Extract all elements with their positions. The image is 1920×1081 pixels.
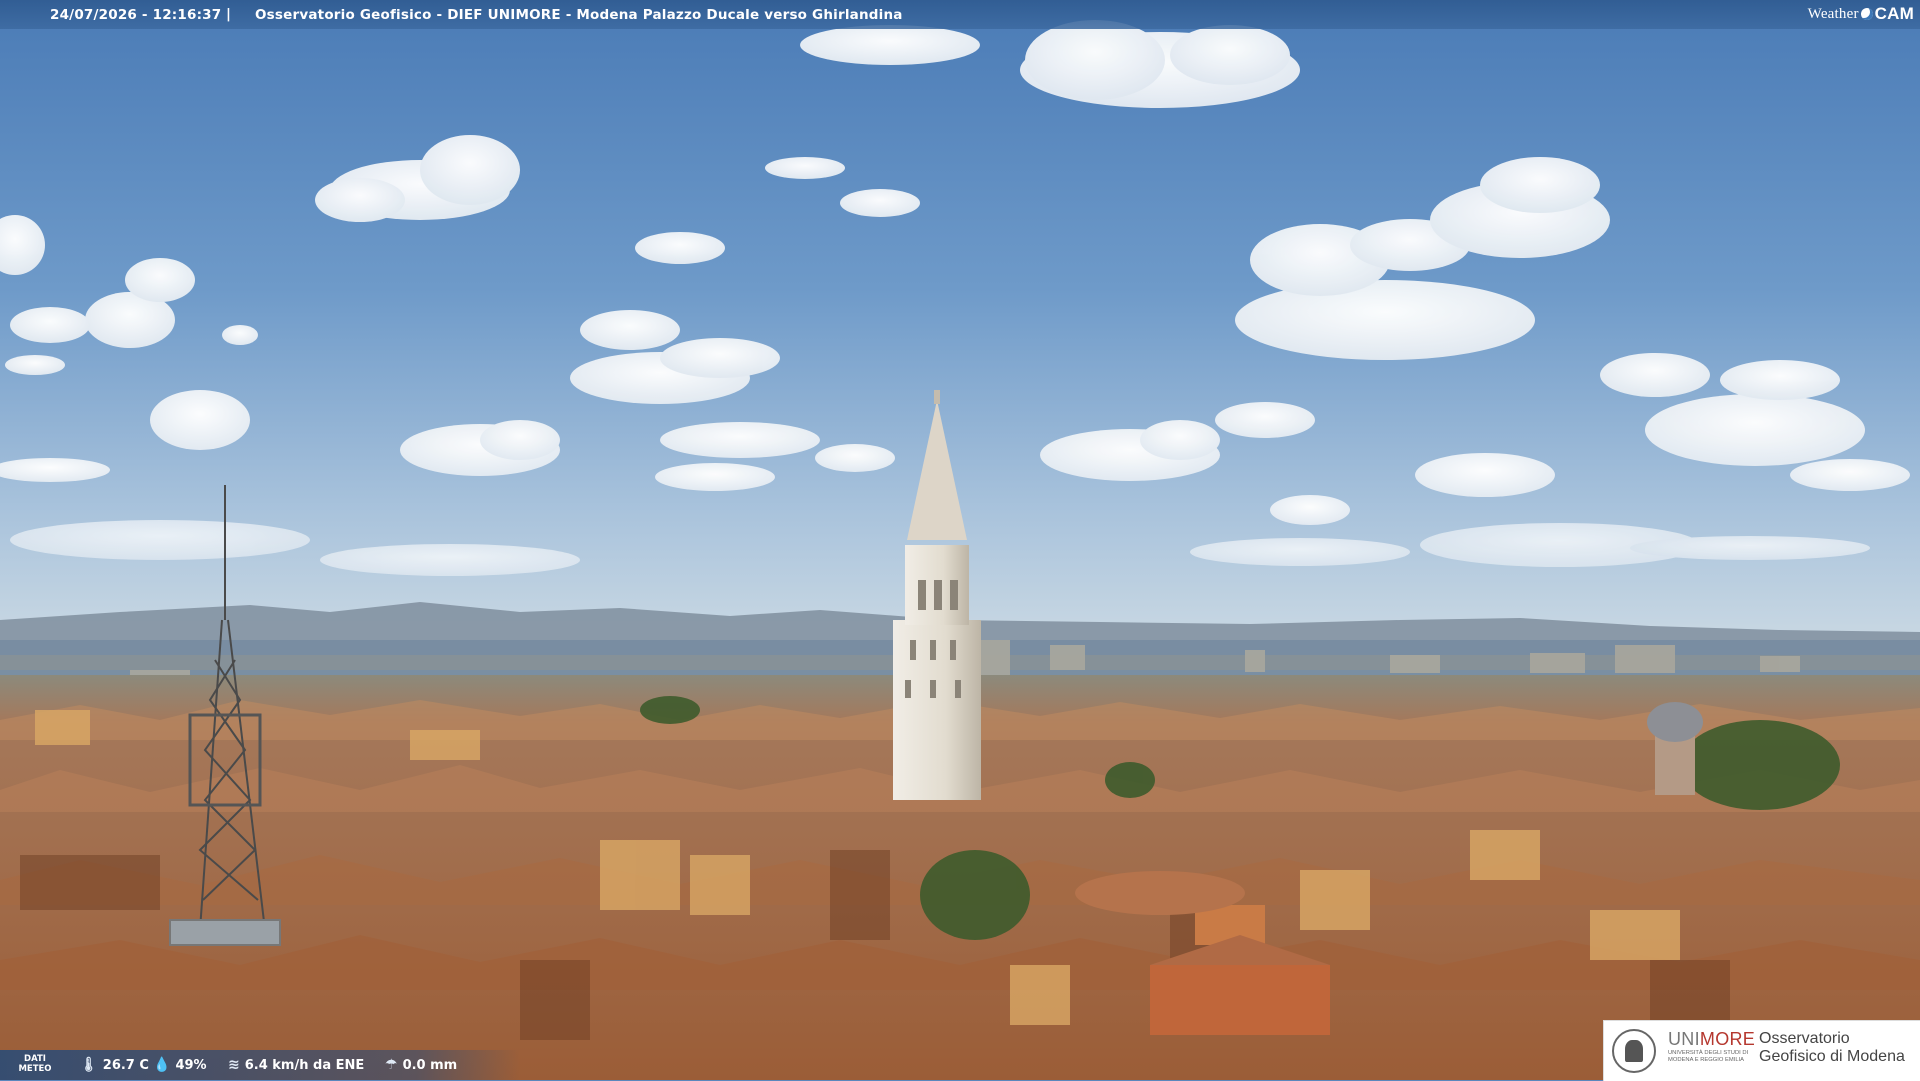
wind-value: 6.4 km/h da ENE (244, 1057, 365, 1073)
caption-separator: | (226, 6, 232, 22)
humidity-icon: 💧 (153, 1057, 171, 1073)
unimore-grey: UNI (1668, 1029, 1700, 1049)
humidity-value: 49% (175, 1057, 207, 1073)
unimore-logo: UNIMORE UNIVERSITÀ DEGLI STUDI DI MODENA… (1603, 1020, 1920, 1081)
unimore-red: MORE (1699, 1029, 1756, 1049)
wind-readout: ≋ 6.4 km/h da ENE (228, 1057, 364, 1073)
rain-readout: ☂ 0.0 mm (385, 1057, 457, 1073)
city-panorama (0, 0, 1920, 1080)
timestamp: 24/07/2026 - 12:16:37 (50, 7, 222, 23)
temperature-readout: 🌡 26.7 C (80, 1057, 149, 1073)
weathercam-logo: Weather CAM (1808, 3, 1914, 25)
temperature-value: 26.7 C (102, 1057, 149, 1073)
camera-title: Osservatorio Geofisico - DIEF UNIMORE - … (255, 7, 903, 23)
unimore-subtitle: UNIVERSITÀ DEGLI STUDI DI MODENA E REGGI… (1668, 1050, 1749, 1063)
rain-value: 0.0 mm (402, 1057, 458, 1073)
unimore-wordmark: UNIMORE (1668, 1029, 1755, 1050)
weather-label: DATI METEO (18, 1054, 52, 1074)
humidity-readout: 💧 49% (153, 1057, 207, 1073)
brand-part1: Weather (1807, 5, 1859, 22)
rain-icon: ☂ (385, 1057, 398, 1073)
university-seal-icon (1612, 1029, 1656, 1073)
observatory-name: Osservatorio Geofisico di Modena (1759, 1030, 1905, 1065)
globe-icon (1860, 8, 1873, 20)
caption-bar: 24/07/2026 - 12:16:37 | Osservatorio Geo… (0, 0, 1920, 29)
thermometer-icon: 🌡 (80, 1057, 98, 1073)
brand-part2: CAM (1874, 4, 1914, 23)
wind-icon: ≋ (228, 1057, 240, 1073)
webcam-view (0, 0, 1920, 1080)
weather-strip: DATI METEO 🌡 26.7 C 💧 49% ≋ 6.4 km/h da … (0, 1050, 520, 1080)
